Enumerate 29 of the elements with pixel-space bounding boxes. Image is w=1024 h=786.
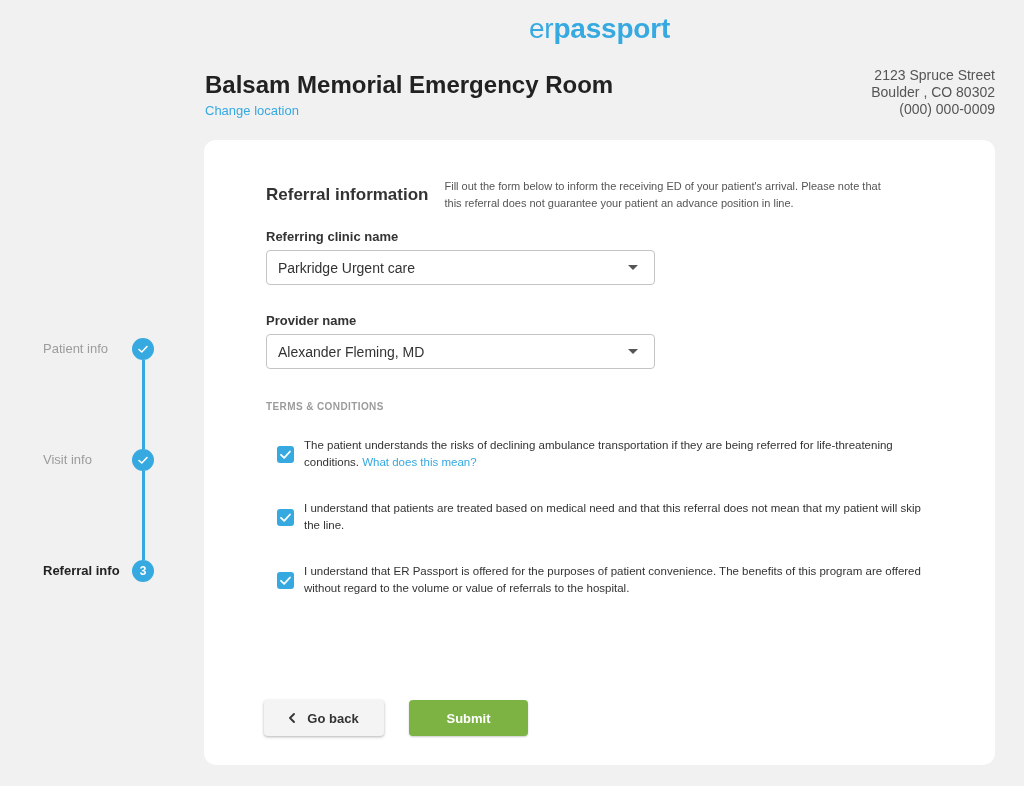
step-label[interactable]: Patient info: [43, 340, 132, 358]
checkbox[interactable]: [277, 508, 294, 526]
checkbox[interactable]: [277, 445, 294, 463]
form-title: Referral information: [266, 184, 429, 206]
caret-icon: [628, 349, 638, 354]
step-number-badge: 3: [132, 560, 154, 582]
checkbox[interactable]: [277, 571, 294, 589]
help-link[interactable]: What does this mean?: [362, 456, 477, 468]
step-label[interactable]: Visit info: [43, 451, 132, 469]
go-back-button[interactable]: Go back: [264, 700, 384, 736]
section-heading: TERMS & CONDITIONS: [266, 400, 384, 414]
caret-icon: [628, 265, 638, 270]
logo: erpassport: [528, 12, 671, 46]
field-label: Referring clinic name: [266, 228, 400, 246]
terms-text: The patient understands the risks of declining ambulance transportation if they are being referred for life-threatening conditions. What does this mean?: [304, 438, 894, 470]
terms-text: I understand that ER Passport is offered for the purposes of patient convenience. The benefits of this program are offered without regard to the volume or value of referrals to the hospital.: [304, 564, 922, 596]
dropdown-field[interactable]: Alexander Fleming, MD: [266, 334, 655, 369]
street-address: 2123 Spruce Street: [874, 67, 995, 84]
terms-text: I understand that patients are treated based on medical need and that this referral does not mean that my patient will skip the line.: [304, 501, 922, 533]
page-title: Balsam Memorial Emergency Room: [205, 70, 614, 100]
step-label[interactable]: Referral info: [43, 562, 132, 580]
dropdown-field[interactable]: Parkridge Urgent care: [266, 250, 655, 285]
phone-number: (000) 000-0009: [899, 101, 995, 118]
submit-button[interactable]: Submit: [409, 700, 528, 736]
change-location-link[interactable]: Change location: [205, 102, 299, 120]
chevron-left-icon: [289, 713, 296, 723]
city-line: Boulder , CO 80302: [871, 84, 995, 101]
intro-text: Fill out the form below to inform the receiving ED of your patient's arrival. Please note that this referral does not guarantee your patient an advance position in line.: [444, 179, 882, 211]
field-label: Provider name: [266, 312, 358, 330]
